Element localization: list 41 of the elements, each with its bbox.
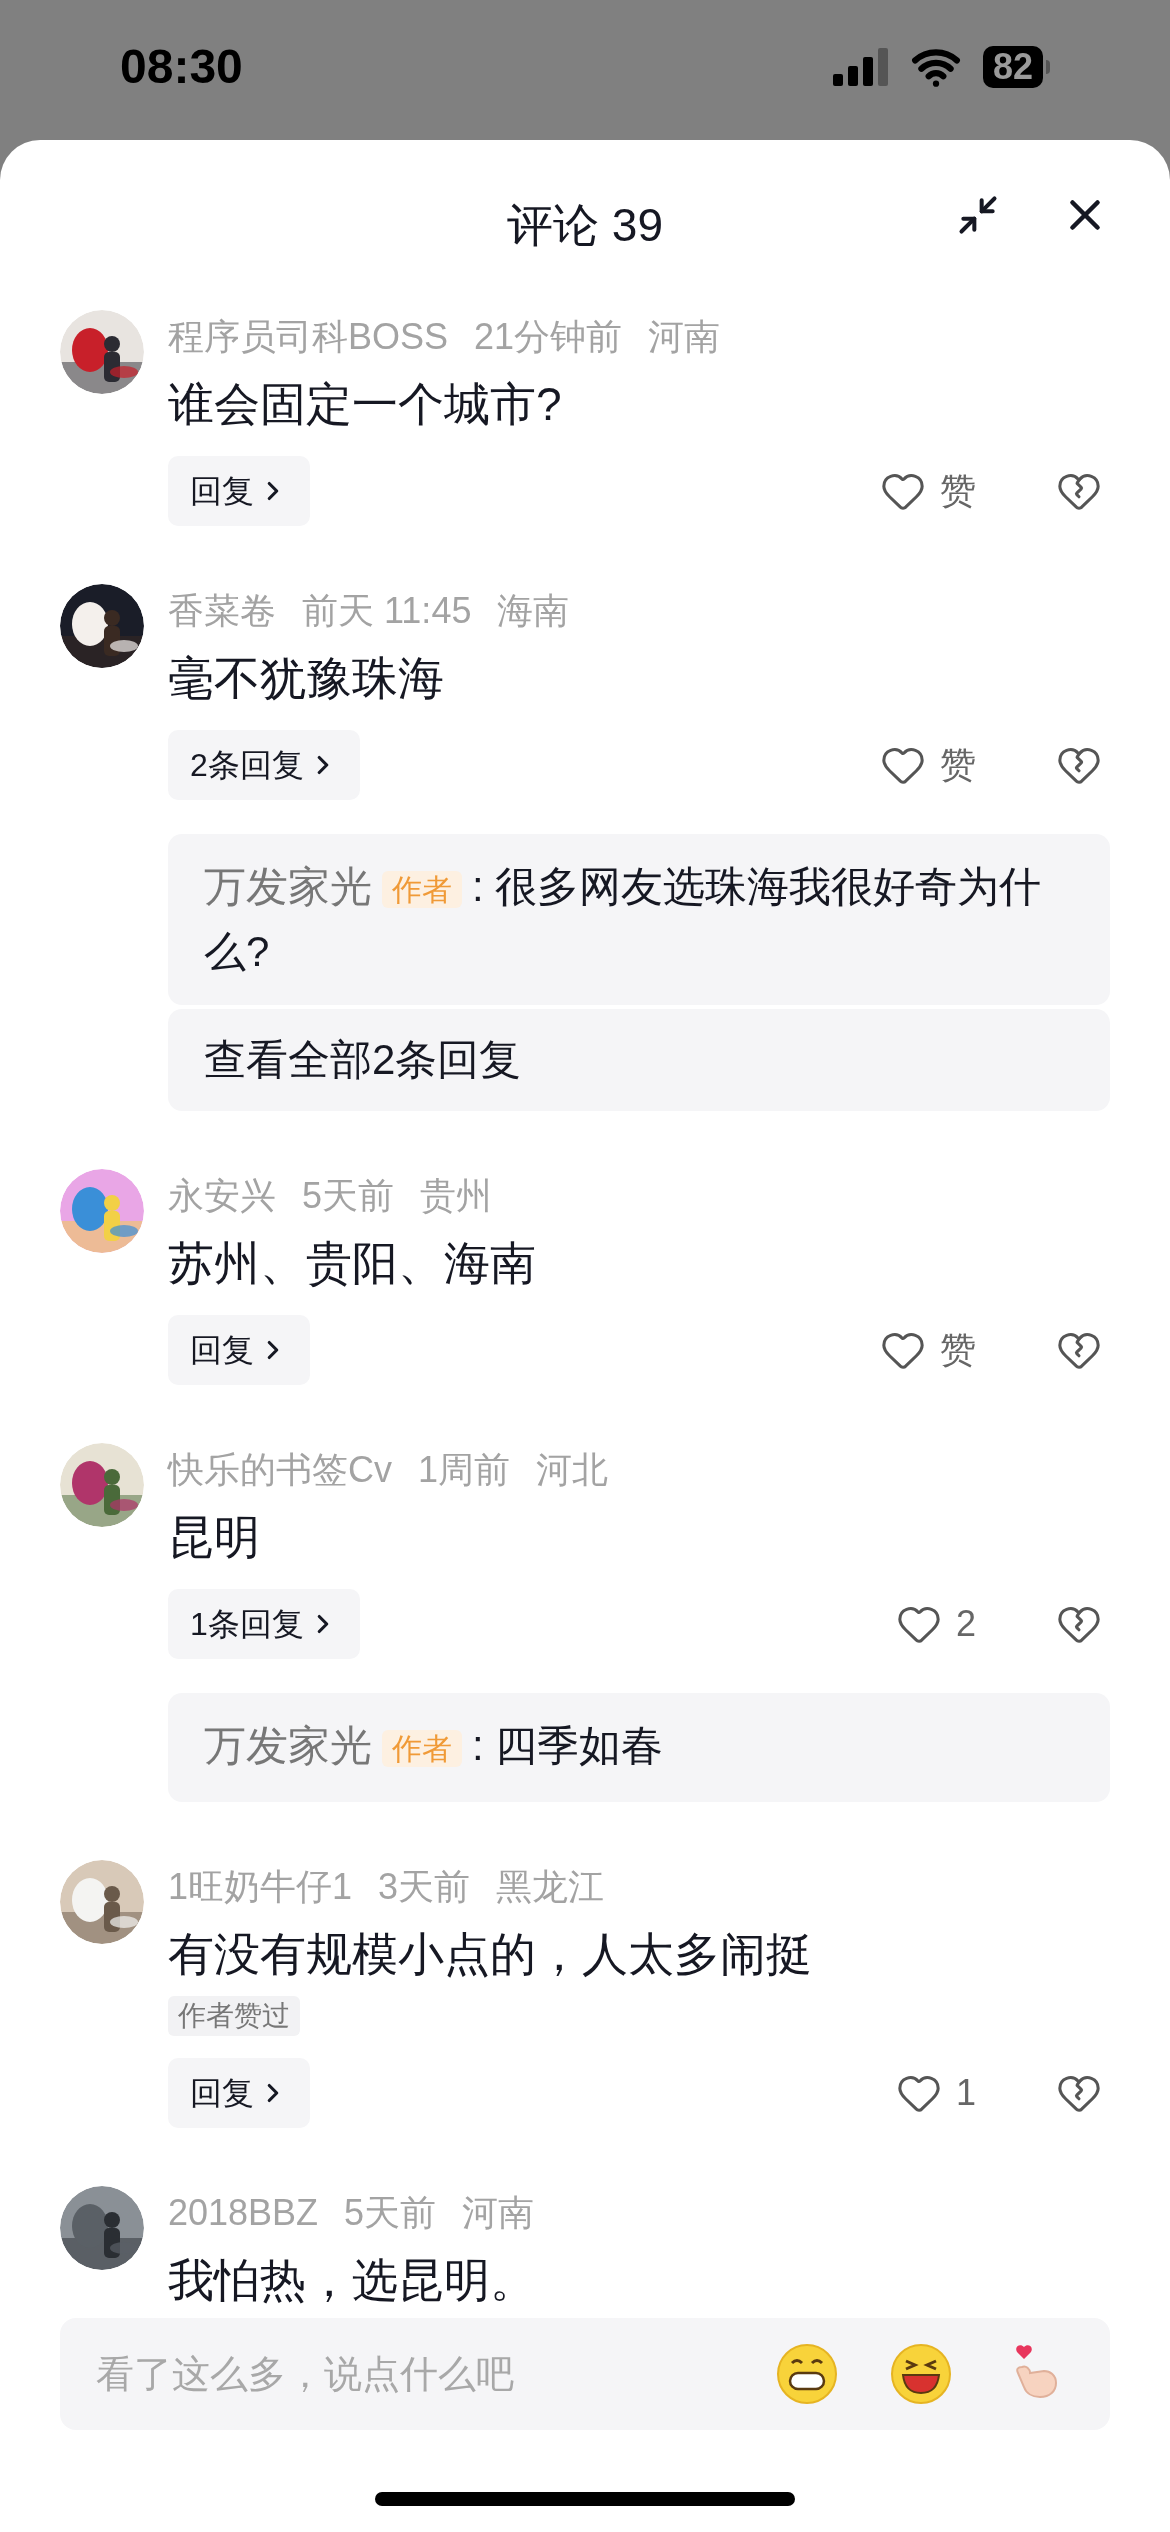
comment-time: 21分钟前 (474, 315, 623, 359)
battery-level: 82 (982, 46, 1043, 88)
input-field[interactable]: 看了这么多，说点什么吧 (96, 2345, 724, 2403)
comment-text: 有没有规模小点的，人太多闹挺 (168, 1926, 813, 1982)
comment-location: 海南 (497, 589, 570, 633)
comment-bar[interactable]: 看了这么多，说点什么吧 (60, 2318, 1110, 2430)
comment-text: 谁会固定一个城市? (168, 377, 563, 432)
comment-text: 苏州、贵阳、海南 (168, 1235, 537, 1291)
like-button[interactable]: 赞 (880, 464, 976, 518)
grinning-face-icon[interactable] (890, 2343, 952, 2405)
like-button[interactable]: 1 (895, 2065, 976, 2120)
comment-text: 毫不犹豫珠海 (168, 651, 445, 706)
view-all-replies[interactable]: 查看全部2条回复 (168, 1008, 1110, 1111)
status-time: 08:30 (120, 39, 243, 95)
comment-text: 昆明 (168, 1509, 261, 1565)
comment-time: 5天前 (344, 2190, 437, 2235)
comment-location: 河北 (536, 1447, 609, 1492)
reply-text: 万发家光 作者 : 四季如春 (168, 1692, 1110, 1802)
collapse-icon[interactable] (956, 193, 1000, 237)
like-button[interactable]: 2 (895, 1596, 976, 1651)
signal-icon (832, 48, 889, 86)
comment-location: 河南 (462, 2190, 535, 2235)
reply-text: 万发家光 作者 : 很多网友选珠海我很好奇为什么? (168, 834, 1110, 1005)
comment-text: 我怕热，选昆明。 (168, 2252, 537, 2308)
comments-title: 评论 39 (507, 197, 663, 253)
reply-button[interactable]: 2条回复 (168, 730, 360, 800)
comment-location: 河南 (648, 315, 721, 359)
reply-button[interactable]: 回复 (168, 456, 310, 526)
comment-time: 3天前 (378, 1864, 471, 1909)
reply-button[interactable]: 回复 (168, 2057, 310, 2128)
comment-location: 黑龙江 (496, 1864, 605, 1909)
comment-location: 贵州 (420, 1173, 493, 1218)
comment-time: 1周前 (418, 1447, 511, 1492)
comment-time: 5天前 (302, 1173, 395, 1218)
grinning-face-icon[interactable] (776, 2343, 838, 2405)
comment-time: 前天 11:45 (302, 589, 472, 633)
reply-button[interactable]: 回复 (168, 1314, 310, 1385)
reply-button[interactable]: 1条回复 (168, 1588, 360, 1659)
like-button[interactable]: 赞 (880, 738, 976, 792)
like-button[interactable]: 赞 (880, 1322, 976, 1377)
author-liked-tag: 作者赞过 (168, 1995, 300, 2036)
